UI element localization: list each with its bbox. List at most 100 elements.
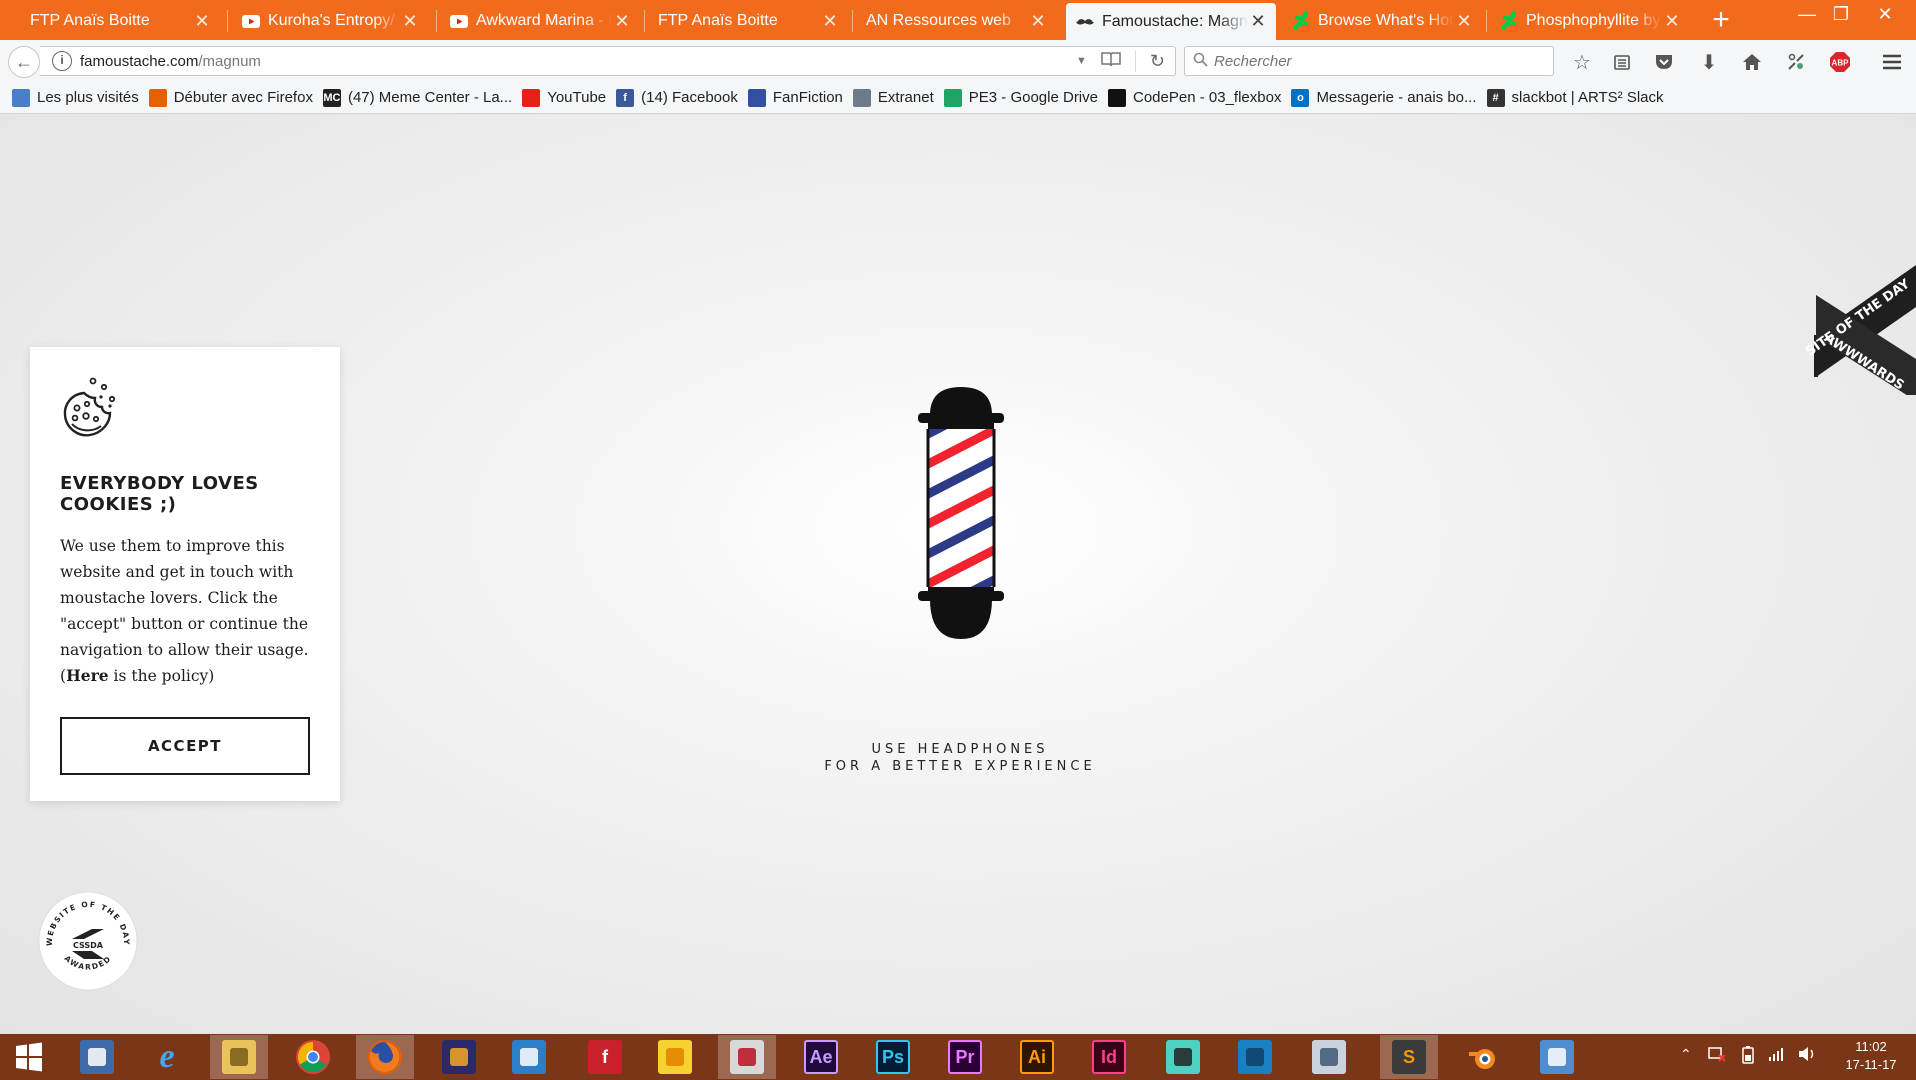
bookmark-item[interactable]: f (14) Facebook (616, 88, 738, 107)
taskbar-firefox-button[interactable] (356, 1035, 414, 1079)
home-button[interactable] (1738, 48, 1766, 76)
tab-title: Famoustache: Magn (1102, 12, 1248, 30)
bookmarks-library-button[interactable] (1608, 48, 1636, 76)
menu-button[interactable] (1878, 48, 1906, 76)
home-icon (1743, 54, 1761, 70)
close-icon[interactable]: ✕ (1248, 11, 1268, 32)
clock-date: 17-11-17 (1845, 1057, 1897, 1072)
taskbar-file-explorer-button[interactable] (210, 1035, 268, 1079)
extension-button[interactable] (1782, 48, 1810, 76)
close-icon[interactable]: ✕ (1662, 11, 1682, 32)
bookmark-item[interactable]: CodePen - 03_flexbox (1108, 88, 1281, 107)
new-tab-button[interactable]: + (1704, 4, 1738, 38)
restore-button[interactable]: ❐ (1818, 0, 1864, 32)
adblock-plus-button[interactable]: ABP (1826, 48, 1854, 76)
close-icon[interactable]: ✕ (1028, 11, 1048, 32)
cookie-title: EVERYBODY LOVES COOKIES ;) (60, 473, 259, 515)
bookmark-item[interactable]: # slackbot | ARTS² Slack (1486, 88, 1664, 107)
url-bar[interactable]: i famoustache.com/magnum ▼ ↻ (40, 46, 1176, 76)
tab-ftp-2[interactable]: FTP Anaïs Boitte ✕ (648, 2, 848, 40)
policy-link[interactable]: Here (66, 666, 109, 685)
taskbar-filezilla-button[interactable] (500, 1035, 558, 1079)
back-button[interactable]: ← (8, 46, 40, 78)
taskbar-chrome-button[interactable] (284, 1035, 342, 1079)
ie-icon: e (159, 1038, 175, 1075)
close-icon[interactable]: ✕ (400, 11, 420, 32)
awwwards-badge[interactable]: SITE OF THE DAY AWWWARDS (1800, 245, 1916, 401)
tab-browse-hot[interactable]: Browse What's Hot ✕ (1282, 2, 1482, 40)
taskbar-rubber-duck-button[interactable] (646, 1035, 704, 1079)
cssda-badge[interactable]: WEBSITE OF THE DAY AWARDED CSSDA (38, 891, 138, 995)
tab-phosphophyllite[interactable]: Phosphophyllite by ✕ (1490, 2, 1690, 40)
chat-icon (80, 1040, 114, 1074)
tray-overflow-icon[interactable]: ⌃ (1680, 1046, 1692, 1063)
download-arrow-icon: ⬇ (1700, 51, 1718, 74)
facebook-icon: f (616, 88, 635, 107)
duck-icon (658, 1040, 692, 1074)
bookmark-item[interactable]: o Messagerie - anais bo... (1291, 88, 1477, 107)
dropdown-arrow-icon[interactable]: ▼ (1076, 55, 1087, 67)
close-icon[interactable]: ✕ (820, 11, 840, 32)
after-effects-icon: Ae (804, 1040, 838, 1074)
taskbar-sublime-text-button[interactable]: S (1380, 1035, 1438, 1079)
tab-an-ressources[interactable]: AN Ressources web ✕ (856, 2, 1056, 40)
pocket-icon (1656, 55, 1672, 69)
tab-famoustache[interactable]: Famoustache: Magn ✕ (1066, 3, 1276, 40)
taskbar-snipping-button[interactable] (718, 1035, 776, 1079)
close-icon[interactable]: ✕ (612, 11, 632, 32)
clock-time: 11:02 (1855, 1039, 1887, 1054)
window-close-button[interactable]: ✕ (1862, 0, 1908, 32)
bookmark-label: PE3 - Google Drive (968, 89, 1098, 106)
accept-button[interactable]: ACCEPT (60, 717, 310, 775)
taskbar-illustrator-button[interactable]: Ai (1008, 1035, 1066, 1079)
bookmark-item[interactable]: Débuter avec Firefox (148, 88, 313, 107)
taskbar-indesign-button[interactable]: Id (1080, 1035, 1138, 1079)
taskbar-cloud-app-button[interactable] (1226, 1035, 1284, 1079)
taskbar-audacity-button[interactable] (430, 1035, 488, 1079)
bookmark-item[interactable]: PE3 - Google Drive (943, 88, 1098, 107)
bookmark-item[interactable]: FanFiction (747, 88, 843, 107)
system-clock[interactable]: 11:02 17-11-17 (1836, 1038, 1906, 1074)
taskbar-internet-explorer-button[interactable]: e (138, 1035, 196, 1079)
search-input[interactable] (1214, 52, 1534, 70)
site-info-icon[interactable]: i (52, 51, 72, 71)
page-viewport: EVERYBODY LOVES COOKIES ;) We use them t… (0, 115, 1916, 1034)
reader-view-icon[interactable] (1101, 51, 1121, 71)
battery-icon[interactable] (1740, 1046, 1756, 1067)
close-icon[interactable]: ✕ (1454, 11, 1474, 32)
search-bar[interactable] (1184, 46, 1554, 76)
taskbar-start-button[interactable] (0, 1035, 58, 1079)
taskbar-flash-button[interactable]: f (576, 1035, 634, 1079)
tab-awkward[interactable]: Awkward Marina - E ✕ (440, 2, 640, 40)
tab-ftp-1[interactable]: FTP Anaïs Boitte ✕ (20, 2, 220, 40)
signal-icon[interactable] (1768, 1046, 1784, 1065)
url-path: /magnum (198, 52, 261, 70)
url-host: famoustache.com (80, 52, 199, 70)
bookmarks-toolbar: Les plus visités Débuter avec Firefox MC (4… (0, 82, 1916, 114)
taskbar-after-effects-button[interactable]: Ae (792, 1035, 850, 1079)
network-error-icon[interactable] (1708, 1046, 1726, 1065)
pocket-button[interactable] (1650, 48, 1678, 76)
taskbar-monitor-button[interactable] (1300, 1035, 1358, 1079)
taskbar-miku-button[interactable] (1154, 1035, 1212, 1079)
bookmark-item[interactable]: Extranet (852, 88, 934, 107)
bookmark-star-button[interactable]: ☆ (1568, 48, 1596, 76)
taskbar-remote-desktop-button[interactable] (1528, 1035, 1586, 1079)
tab-kuroha[interactable]: Kuroha's Entropy/ Si ✕ (232, 2, 428, 40)
taskbar-photoshop-button[interactable]: Ps (864, 1035, 922, 1079)
close-icon[interactable]: ✕ (192, 11, 212, 32)
svg-text:ABP: ABP (1832, 59, 1850, 68)
most-visited-icon (12, 88, 30, 107)
bookmark-item[interactable]: MC (47) Meme Center - La... (322, 88, 512, 107)
bookmark-item[interactable]: Les plus visités (12, 88, 139, 107)
taskbar-premiere-button[interactable]: Pr (936, 1035, 994, 1079)
downloads-button[interactable]: ⬇ (1695, 48, 1723, 76)
firefox-icon (148, 88, 167, 107)
volume-icon[interactable] (1798, 1046, 1816, 1065)
reload-icon[interactable]: ↻ (1150, 51, 1165, 72)
tab-title: AN Ressources web (866, 12, 1011, 29)
taskbar-task-view-button[interactable] (68, 1035, 126, 1079)
taskbar-blender-button[interactable] (1454, 1035, 1512, 1079)
slack-icon: # (1486, 88, 1505, 107)
bookmark-item[interactable]: YouTube (522, 88, 606, 107)
